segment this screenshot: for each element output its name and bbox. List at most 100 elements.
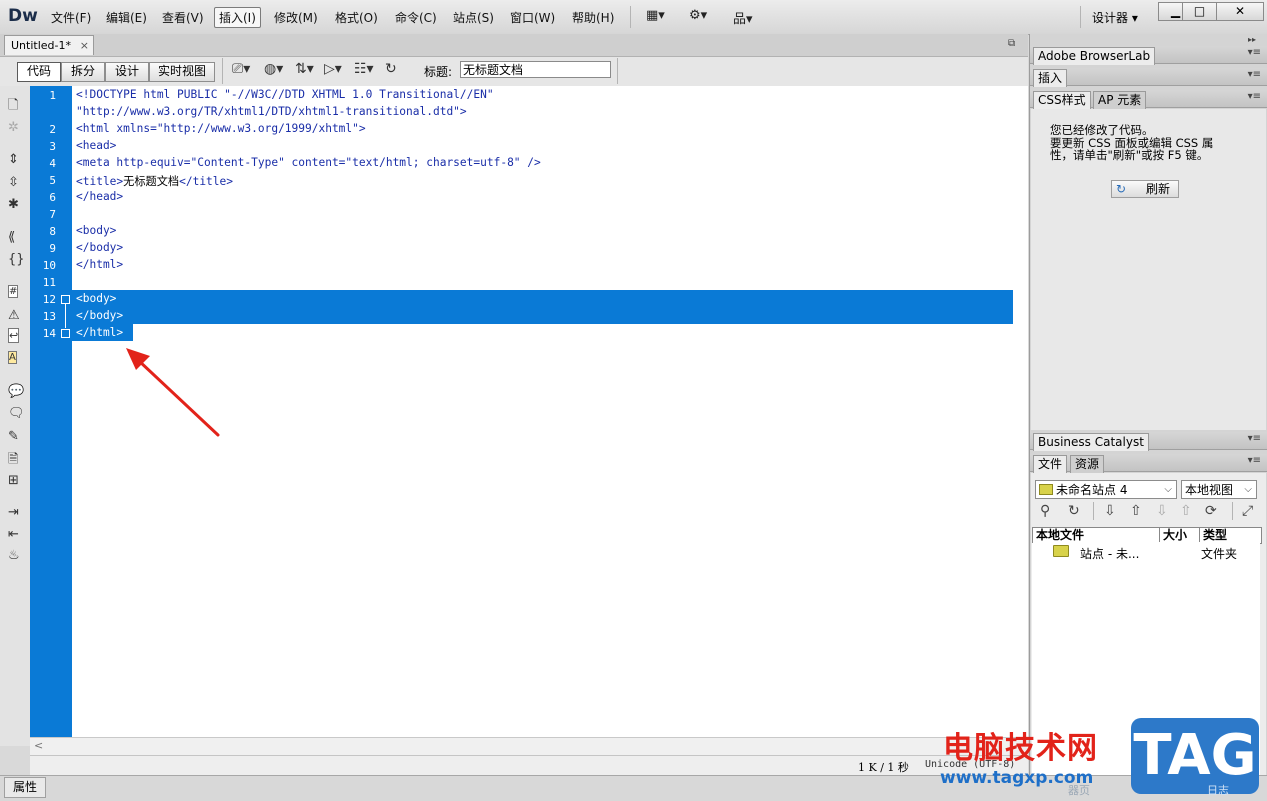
extend-gear-icon[interactable]: ⚙▾ — [689, 8, 707, 23]
live-view-button[interactable]: 实时视图 — [149, 62, 215, 82]
panel-menu-icon[interactable]: ▾≡ — [1248, 455, 1261, 466]
recent-snippets-icon[interactable]: 🗎 — [8, 450, 18, 472]
wrap-tag-icon[interactable]: ✎ — [8, 429, 19, 444]
column-size[interactable]: 大小 — [1160, 528, 1200, 542]
expand-panel-icon[interactable]: ⤢ — [1242, 503, 1253, 519]
code-line[interactable]: <body> — [76, 224, 116, 237]
word-wrap-icon[interactable]: ↩ — [8, 328, 20, 343]
horizontal-scrollbar[interactable]: < — [30, 737, 1028, 755]
menu-edit[interactable]: 编辑(E) — [106, 9, 147, 26]
collapse-selection-icon[interactable]: ⇳ — [8, 175, 19, 190]
check-out-icon[interactable]: ⇩ — [1156, 503, 1168, 519]
code-line[interactable]: <!DOCTYPE html PUBLIC "-//W3C//DTD XHTML… — [76, 88, 494, 101]
code-tag: </title> — [179, 175, 233, 188]
move-css-icon[interactable]: ⊞ — [8, 473, 19, 488]
menu-insert[interactable]: 插入(I) — [214, 7, 261, 28]
expand-all-icon[interactable]: ✱ — [8, 197, 19, 212]
design-view-button[interactable]: 设计 — [105, 62, 149, 82]
site-icon[interactable]: 品▾ — [733, 8, 753, 27]
code-line[interactable]: </head> — [76, 190, 123, 203]
column-type[interactable]: 类型 — [1200, 528, 1260, 542]
document-title-input[interactable]: 无标题文档 — [460, 61, 611, 78]
menu-file[interactable]: 文件(F) — [51, 9, 91, 26]
document-tab[interactable]: Untitled-1* × — [4, 35, 94, 55]
open-documents-icon[interactable]: 🗋 — [8, 96, 18, 118]
code-line[interactable]: </body> — [76, 241, 123, 254]
code-line[interactable]: <head> — [76, 139, 116, 152]
menu-format[interactable]: 格式(O) — [335, 9, 378, 26]
code-line[interactable]: <meta http-equiv="Content-Type" content=… — [76, 156, 541, 169]
refresh-files-icon[interactable]: ↻ — [1068, 503, 1080, 519]
code-line[interactable]: <title>无标题文档</title> — [76, 173, 233, 189]
menu-view[interactable]: 查看(V) — [162, 9, 204, 26]
code-line[interactable]: "http://www.w3.org/TR/xhtml1/DTD/xhtml1-… — [76, 105, 467, 118]
code-line-selected[interactable]: </html> — [76, 326, 123, 339]
file-row-name[interactable]: 站点 - 未... — [1080, 545, 1139, 562]
apply-comment-icon[interactable]: 💬 — [8, 384, 24, 399]
code-line-selected[interactable]: </body> — [76, 309, 123, 322]
css-message-line: 性，请单击"刷新"或按 F5 键。 — [1050, 148, 1209, 162]
outdent-icon[interactable]: ⇤ — [8, 527, 19, 542]
split-view-button[interactable]: 拆分 — [61, 62, 105, 82]
refresh-design-icon[interactable]: ↻ — [385, 61, 397, 77]
panel-menu-icon[interactable]: ▾≡ — [1248, 433, 1261, 444]
indent-icon[interactable]: ⇥ — [8, 505, 19, 520]
workspace-switcher[interactable]: 设计器 ▾ — [1092, 9, 1138, 26]
browserlab-tab[interactable]: Adobe BrowserLab — [1033, 47, 1156, 65]
put-files-icon[interactable]: ⇧ — [1130, 503, 1142, 519]
menu-window[interactable]: 窗口(W) — [510, 9, 555, 26]
business-catalyst-tab[interactable]: Business Catalyst — [1033, 433, 1149, 451]
ap-elements-tab[interactable]: AP 元素 — [1093, 91, 1147, 109]
view-select[interactable]: 本地视图 ⌵ — [1181, 480, 1257, 499]
assets-tab[interactable]: 资源 — [1070, 455, 1105, 473]
preview-browser-icon[interactable]: ◍▾ — [264, 61, 283, 77]
restore-doc-icon[interactable]: ⧉ — [1008, 38, 1015, 49]
fold-marker-icon[interactable] — [61, 329, 70, 338]
multiscreen-icon[interactable]: ⎚▾ — [232, 61, 250, 77]
remove-comment-icon[interactable]: 🗨 — [8, 406, 25, 421]
layout-icon[interactable]: ▦▾ — [646, 8, 665, 23]
highlight-invalid-icon[interactable]: ⚠ — [8, 308, 20, 323]
panel-menu-icon[interactable]: ▾≡ — [1248, 91, 1261, 102]
visual-aids-icon[interactable]: ☷▾ — [354, 61, 374, 77]
format-source-icon[interactable]: ♨ — [8, 548, 20, 563]
watermark-title: 电脑技术网 — [943, 731, 1098, 766]
validate-icon[interactable]: ▷▾ — [324, 61, 342, 77]
menu-modify[interactable]: 修改(M) — [274, 9, 318, 26]
collapse-tag-icon[interactable]: ⇕ — [8, 152, 19, 167]
get-files-icon[interactable]: ⇩ — [1104, 503, 1116, 519]
menu-site[interactable]: 站点(S) — [453, 9, 494, 26]
code-line[interactable]: <html xmlns="http://www.w3.org/1999/xhtm… — [76, 122, 366, 135]
panel-menu-icon[interactable]: ▾≡ — [1248, 69, 1261, 80]
scroll-left-icon[interactable]: < — [34, 739, 43, 752]
syntax-coloring-icon[interactable]: A — [8, 351, 17, 364]
panel-menu-icon[interactable]: ▾≡ — [1248, 47, 1261, 58]
show-code-navigator-icon[interactable]: ✲ — [8, 120, 19, 135]
refresh-button[interactable]: ↻ 刷新 — [1111, 180, 1179, 198]
column-local-files[interactable]: 本地文件 — [1033, 528, 1160, 542]
line-number: 7 — [49, 208, 56, 221]
menu-help[interactable]: 帮助(H) — [572, 9, 614, 26]
properties-tab[interactable]: 属性 — [4, 777, 46, 798]
close-icon[interactable]: ✕ — [1216, 2, 1264, 21]
fold-marker-icon[interactable] — [61, 295, 70, 304]
files-tab[interactable]: 文件 — [1033, 455, 1068, 473]
balance-braces-icon[interactable]: {} — [8, 252, 25, 267]
line-numbers-icon[interactable]: # — [8, 285, 19, 298]
check-in-icon[interactable]: ⇧ — [1180, 503, 1192, 519]
collapse-panels-icon[interactable]: ▸▸ — [1248, 35, 1256, 44]
code-line-selected[interactable]: <body> — [76, 292, 116, 305]
select-parent-tag-icon[interactable]: ⟪ — [8, 230, 15, 245]
menu-commands[interactable]: 命令(C) — [395, 9, 437, 26]
synchronize-icon[interactable]: ⟳ — [1205, 503, 1217, 519]
connect-icon[interactable]: ⚲ — [1040, 503, 1050, 519]
close-tab-icon[interactable]: × — [80, 36, 89, 55]
code-view-button[interactable]: 代码 — [17, 62, 61, 82]
maximize-icon[interactable]: □ — [1182, 2, 1217, 21]
site-select[interactable]: 未命名站点 4 ⌵ — [1035, 480, 1177, 499]
insert-tab[interactable]: 插入 — [1033, 69, 1068, 87]
dreamweaver-logo: Dw — [8, 6, 38, 26]
css-styles-tab[interactable]: CSS样式 — [1033, 91, 1091, 109]
code-line[interactable]: </html> — [76, 258, 123, 271]
file-management-icon[interactable]: ⇅▾ — [295, 61, 314, 77]
